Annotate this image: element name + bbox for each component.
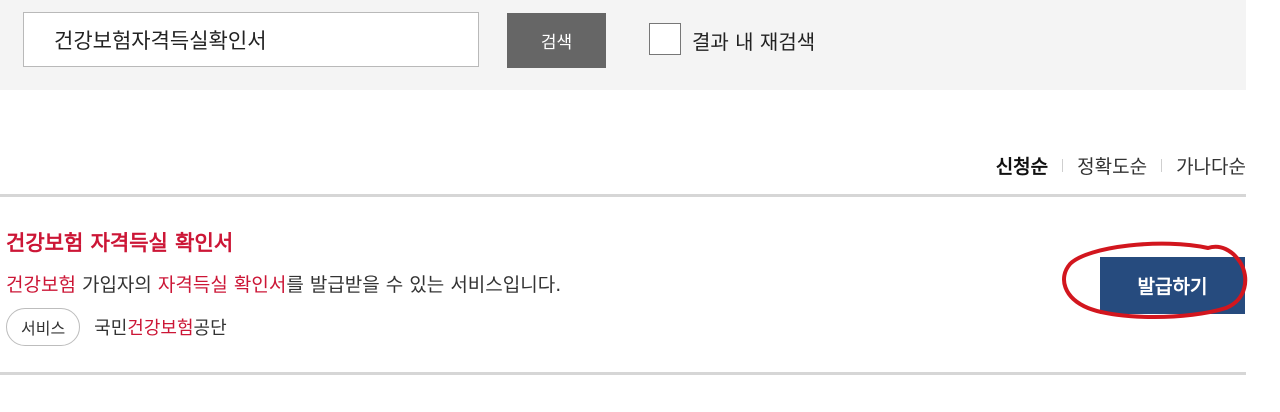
org-highlight: 건강보험	[127, 318, 194, 339]
search-bar: 검색 결과 내 재검색	[0, 0, 1246, 90]
sort-separator	[1062, 159, 1064, 172]
desc-text: 가입자의	[75, 274, 158, 296]
issue-button[interactable]: 발급하기	[1100, 257, 1245, 314]
desc-text: 를 발급받을 수 있는 서비스입니다.	[286, 274, 562, 296]
search-button[interactable]: 검색	[507, 13, 606, 68]
sort-separator	[1161, 159, 1163, 172]
research-within-results-checkbox[interactable]	[649, 23, 681, 55]
org-text: 공단	[193, 318, 227, 339]
results-top-divider	[0, 194, 1246, 197]
category-badge: 서비스	[6, 308, 81, 346]
research-within-results-label[interactable]: 결과 내 재검색	[692, 26, 815, 55]
sort-by-alphabetical[interactable]: 가나다순	[1176, 152, 1246, 179]
desc-highlight: 건강보험	[6, 274, 76, 296]
search-input[interactable]	[23, 12, 479, 67]
org-text: 국민	[94, 318, 128, 339]
desc-highlight: 자격득실 확인서	[157, 274, 287, 296]
sort-by-accuracy[interactable]: 정확도순	[1077, 152, 1147, 179]
result-meta: 서비스 국민건강보험공단	[6, 308, 227, 346]
result-description: 건강보험 가입자의 자격득실 확인서를 발급받을 수 있는 서비스입니다.	[6, 270, 561, 297]
result-title[interactable]: 건강보험 자격득실 확인서	[6, 227, 233, 257]
sort-by-application[interactable]: 신청순	[996, 152, 1048, 179]
results-bottom-divider	[0, 372, 1246, 375]
organization-name: 국민건강보험공단	[94, 314, 227, 340]
sort-options: 신청순 정확도순 가나다순	[996, 152, 1246, 179]
